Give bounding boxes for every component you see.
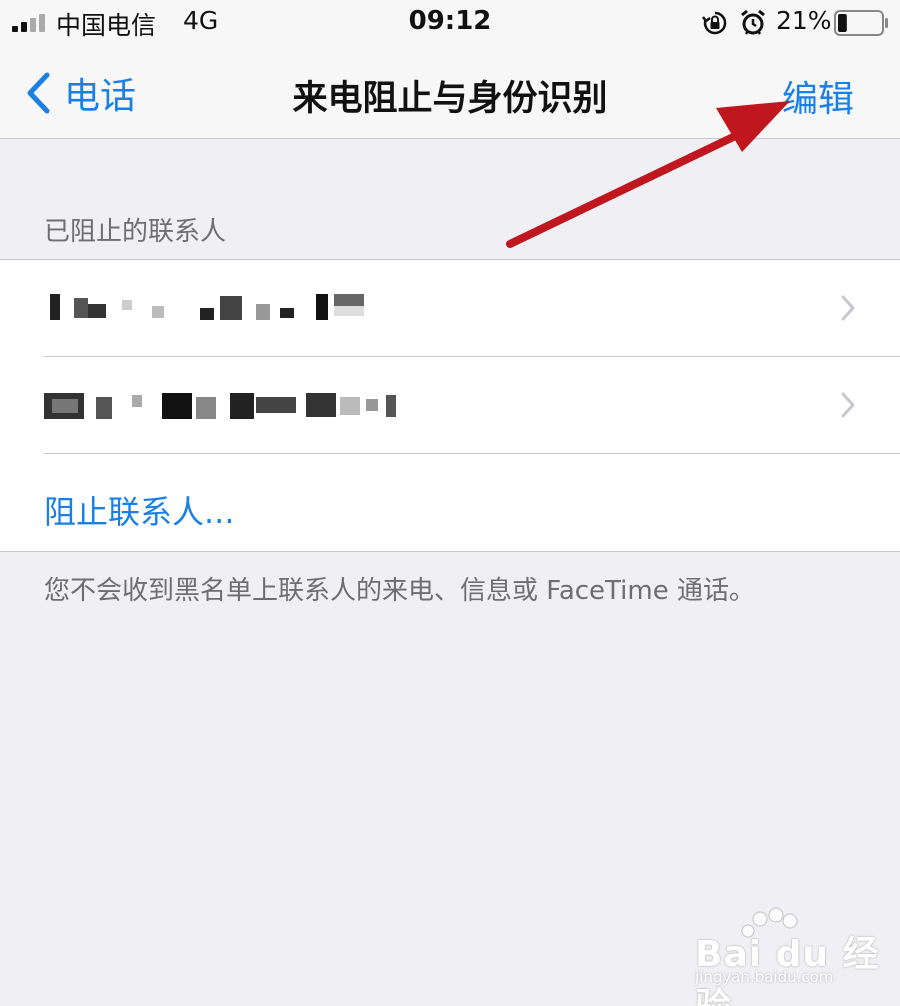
- chevron-right-icon: [841, 295, 855, 321]
- redacted-contact-name: [50, 294, 364, 320]
- battery-icon: [834, 10, 888, 36]
- rotation-lock-icon: [702, 11, 727, 35]
- watermark-url: jingyan.baidu.com: [695, 968, 834, 986]
- blocked-contact-row[interactable]: [0, 357, 900, 454]
- row-separator: [44, 453, 900, 454]
- edit-button[interactable]: 编辑: [782, 70, 854, 122]
- alarm-clock-icon: [741, 9, 765, 35]
- phone-screen: 中国电信 4G 09:12 21% 电话 来电阻止与身份识别 编辑 已阻止的联系…: [0, 0, 900, 1006]
- navigation-bar: 电话 来电阻止与身份识别 编辑: [0, 48, 900, 139]
- redacted-contact-name: [44, 393, 396, 419]
- page-title: 来电阻止与身份识别: [292, 79, 608, 119]
- blocked-contact-row[interactable]: [0, 260, 900, 357]
- battery-percent: 21%: [776, 6, 832, 35]
- chevron-right-icon: [841, 392, 855, 418]
- block-contact-link[interactable]: 阻止联系人...: [44, 487, 235, 533]
- status-bar: 中国电信 4G 09:12 21%: [0, 0, 900, 48]
- blocked-list-footnote: 您不会收到黑名单上联系人的来电、信息或 FaceTime 通话。: [44, 576, 755, 606]
- section-header-blocked-contacts: 已阻止的联系人: [44, 217, 227, 247]
- watermark-brand: Bai du 经验: [695, 934, 880, 1006]
